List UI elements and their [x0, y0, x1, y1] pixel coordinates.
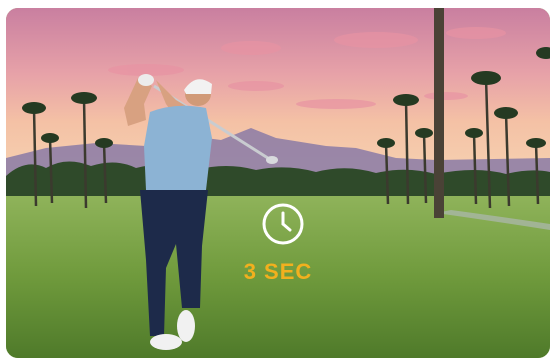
clock-icon	[261, 202, 305, 246]
golf-course-photo	[6, 8, 550, 358]
timer-duration-label: 3 SEC	[243, 259, 313, 284]
media-card[interactable]: 3 SEC	[6, 8, 550, 358]
